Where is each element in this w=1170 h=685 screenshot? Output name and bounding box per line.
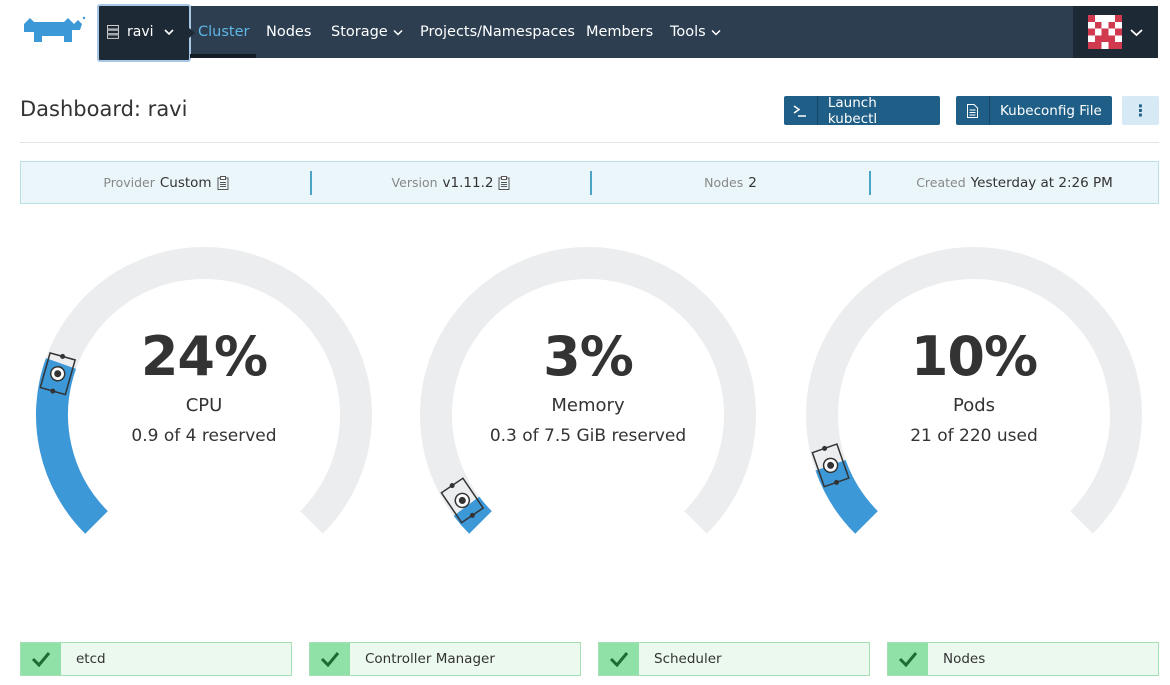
info-nodes: Nodes 2	[592, 162, 869, 203]
cpu-percent: 24%	[140, 325, 268, 388]
cluster-switcher[interactable]: ravi	[97, 4, 195, 62]
cluster-name: ravi	[127, 24, 154, 40]
nav-cluster[interactable]: Cluster	[198, 6, 249, 58]
title-divider	[20, 142, 1159, 143]
component-status-nodes: Nodes	[887, 642, 1159, 676]
pods-label: Pods	[952, 395, 996, 416]
gauge-track	[420, 247, 756, 534]
checkmark-icon	[320, 652, 340, 667]
info-version-key: Version	[391, 175, 438, 190]
nav-storage-label: Storage	[331, 24, 388, 40]
info-nodes-value: 2	[748, 174, 757, 191]
pods-detail: 21 of 220 used	[910, 426, 1038, 446]
info-version: Version v1.11.2	[312, 162, 590, 203]
nav-tools[interactable]: Tools	[670, 6, 721, 58]
pods-gauge: 10% Pods 21 of 220 used	[804, 245, 1144, 545]
checkmark-icon	[31, 652, 51, 667]
server-icon	[107, 25, 119, 39]
cpu-gauge: 24% CPU 0.9 of 4 reserved	[34, 245, 374, 545]
nav-members[interactable]: Members	[586, 6, 653, 58]
user-menu[interactable]	[1073, 6, 1158, 58]
clipboard-icon[interactable]	[498, 175, 510, 190]
nav-tools-label: Tools	[670, 24, 706, 40]
info-created: Created Yesterday at 2:26 PM	[871, 162, 1158, 203]
chevron-down-icon	[393, 29, 403, 36]
rancher-logo-icon[interactable]	[20, 14, 90, 50]
more-vertical-icon: ⋮	[1132, 101, 1149, 120]
file-icon	[967, 103, 978, 118]
cpu-detail: 0.9 of 4 reserved	[131, 426, 277, 446]
chevron-down-icon	[1130, 29, 1143, 37]
info-created-value: Yesterday at 2:26 PM	[970, 174, 1113, 191]
memory-gauge: 3% Memory 0.3 of 7.5 GiB reserved	[418, 245, 758, 545]
chevron-down-icon	[711, 29, 721, 36]
info-provider-value: Custom	[159, 174, 212, 191]
page-title: Dashboard: ravi	[20, 97, 188, 121]
chevron-down-icon	[163, 29, 174, 36]
header: ravi Cluster Nodes Storage Projects/Name…	[0, 0, 1170, 64]
kubeconfig-file-button[interactable]: Kubeconfig File	[956, 96, 1112, 125]
nav-nodes[interactable]: Nodes	[266, 6, 311, 58]
info-provider: Provider Custom	[21, 162, 311, 203]
info-created-key: Created	[916, 175, 966, 190]
component-label: Controller Manager	[365, 651, 495, 667]
kubeconfig-file-label: Kubeconfig File	[1000, 102, 1102, 119]
nav-projects-namespaces[interactable]: Projects/Namespaces	[420, 6, 575, 58]
pods-percent: 10%	[910, 325, 1038, 388]
switcher-notch	[189, 28, 195, 38]
component-label: Nodes	[943, 651, 986, 667]
gauge-track	[806, 247, 1142, 534]
launch-kubectl-button[interactable]: Launch kubectl	[784, 94, 940, 127]
avatar	[1088, 15, 1122, 49]
component-label: etcd	[76, 651, 106, 667]
memory-label: Memory	[551, 395, 625, 416]
component-status-scheduler: Scheduler	[598, 642, 870, 676]
memory-detail: 0.3 of 7.5 GiB reserved	[489, 426, 687, 446]
gauge-track	[36, 247, 372, 534]
info-nodes-key: Nodes	[704, 175, 744, 190]
info-provider-key: Provider	[103, 175, 155, 190]
gauge-fill	[815, 459, 879, 534]
info-version-value: v1.11.2	[442, 174, 494, 191]
active-tab-indicator	[190, 54, 256, 58]
component-label: Scheduler	[654, 651, 722, 667]
clipboard-icon[interactable]	[217, 175, 229, 190]
more-actions-button[interactable]: ⋮	[1122, 96, 1159, 125]
checkmark-icon	[609, 652, 629, 667]
component-status-etcd: etcd	[20, 642, 292, 676]
memory-percent: 3%	[543, 325, 634, 388]
nav-projects-label: Projects/Namespaces	[420, 24, 575, 40]
launch-kubectl-label: Launch kubectl	[827, 94, 878, 127]
cpu-label: CPU	[185, 395, 223, 416]
nav-cluster-label: Cluster	[198, 24, 250, 40]
component-status-controller-manager: Controller Manager	[309, 642, 581, 676]
checkmark-icon	[898, 652, 918, 667]
nav-nodes-label: Nodes	[266, 24, 312, 40]
nav-storage[interactable]: Storage	[331, 6, 403, 58]
nav-members-label: Members	[586, 24, 654, 40]
cluster-info-bar: Provider Custom Version v1.11.2 Nodes 2 …	[20, 161, 1159, 204]
terminal-icon	[794, 104, 807, 117]
